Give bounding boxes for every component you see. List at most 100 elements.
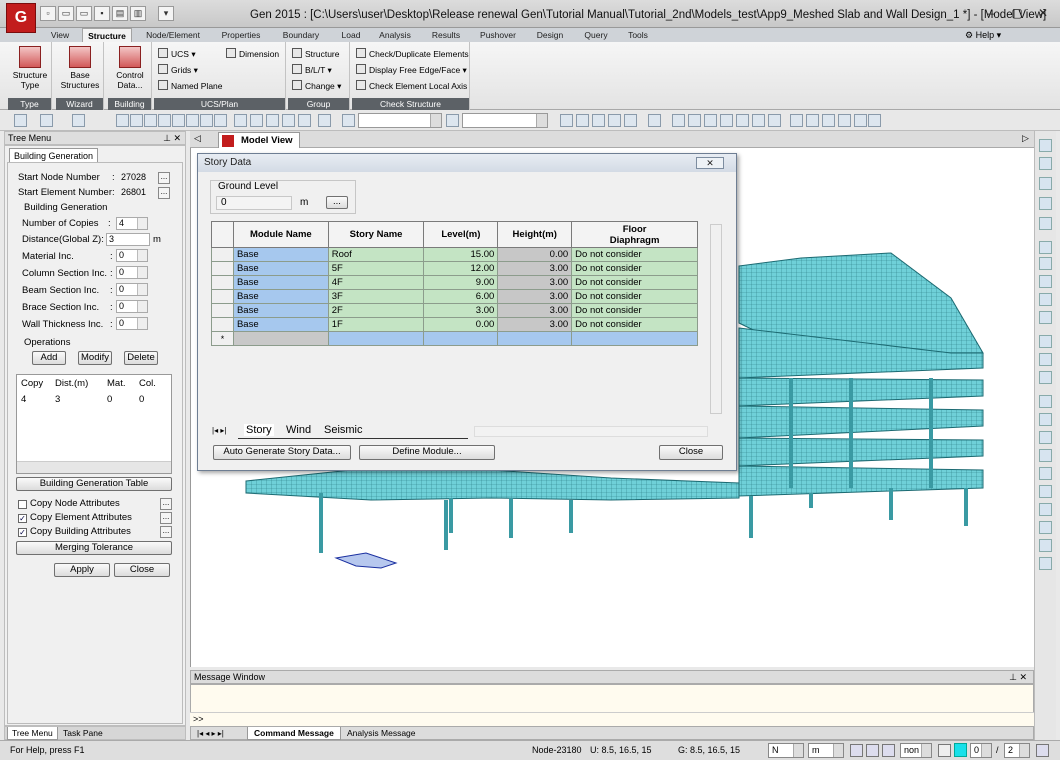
- display-icon[interactable]: [672, 114, 685, 127]
- tab-tools[interactable]: Tools: [620, 28, 656, 42]
- table-horizontal-scrollbar[interactable]: [474, 426, 708, 437]
- copies-spinner[interactable]: 4: [116, 217, 148, 230]
- light-icon[interactable]: [736, 114, 749, 127]
- page-total[interactable]: 2: [1004, 743, 1030, 758]
- top-view-icon[interactable]: [1039, 413, 1052, 426]
- selection-combo[interactable]: [358, 113, 442, 128]
- table-cell[interactable]: Base: [232, 275, 329, 290]
- unselect-icon[interactable]: [234, 114, 247, 127]
- unselect-all-icon[interactable]: [282, 114, 295, 127]
- tab-wind[interactable]: Wind: [286, 424, 311, 436]
- building-generation-table-button[interactable]: Building Generation Table: [16, 477, 172, 491]
- close-window-icon[interactable]: ✕: [1030, 6, 1056, 22]
- list-horizontal-scrollbar[interactable]: [17, 461, 171, 473]
- tab-tree-menu[interactable]: Tree Menu: [7, 727, 58, 740]
- generation-list[interactable]: Copy Dist.(m) Mat. Col. 4 3 0 0: [16, 374, 172, 474]
- dialog-close-button[interactable]: Close: [659, 445, 723, 460]
- render-icon[interactable]: [720, 114, 733, 127]
- dialog-close-icon[interactable]: ✕: [696, 157, 724, 169]
- table-cell[interactable]: Roof: [327, 247, 425, 262]
- axis-icon[interactable]: [1039, 503, 1052, 516]
- table-row[interactable]: Base 3F 6.00 3.00 Do not consider: [211, 289, 698, 304]
- table-cell[interactable]: Base: [232, 247, 329, 262]
- tab-boundary[interactable]: Boundary: [274, 28, 328, 42]
- start-element-dots-button[interactable]: ...: [158, 187, 170, 199]
- table-cell[interactable]: [327, 331, 425, 346]
- table-row[interactable]: Base 2F 3.00 3.00 Do not consider: [211, 303, 698, 318]
- new-file-icon[interactable]: ▫: [40, 6, 56, 21]
- lock-icon[interactable]: [838, 114, 851, 127]
- lock-2-icon[interactable]: [854, 114, 867, 127]
- help-menu[interactable]: ⚙ Help ▾: [965, 30, 1001, 41]
- new-row-marker[interactable]: *: [211, 331, 234, 346]
- auto-generate-story-data-button[interactable]: Auto Generate Story Data...: [213, 445, 351, 460]
- check-local-axis-button[interactable]: Check Element Local Axis: [356, 80, 467, 92]
- shrink-icon[interactable]: [704, 114, 717, 127]
- table-cell[interactable]: Do not consider: [571, 289, 698, 304]
- story-table[interactable]: Module Name Story Name Level(m) Height(m…: [211, 221, 698, 346]
- tab-task-pane[interactable]: Task Pane: [59, 727, 107, 740]
- unselect-polygon-icon[interactable]: [266, 114, 279, 127]
- redo-icon[interactable]: [40, 114, 53, 127]
- hand-icon[interactable]: [1039, 197, 1052, 210]
- inactivate-icon[interactable]: [576, 114, 589, 127]
- undo-icon[interactable]: [14, 114, 27, 127]
- table-cell[interactable]: 3.00: [423, 303, 499, 318]
- help-question-icon[interactable]: [938, 744, 951, 757]
- grid-icon[interactable]: [1039, 139, 1052, 152]
- force-unit-select[interactable]: N: [768, 743, 804, 758]
- message-pin-close-icons[interactable]: ⊥ ✕: [1009, 671, 1027, 683]
- define-module-button[interactable]: Define Module...: [359, 445, 495, 460]
- table-row[interactable]: Base 4F 9.00 3.00 Do not consider: [211, 275, 698, 290]
- table-row[interactable]: Base Roof 15.00 0.00 Do not consider: [211, 247, 698, 262]
- display-free-edge-button[interactable]: Display Free Edge/Face ▾: [356, 64, 467, 76]
- ground-level-dots-button[interactable]: ...: [326, 196, 348, 209]
- table-cell[interactable]: 0.00: [423, 317, 499, 332]
- snap-icon[interactable]: [72, 114, 85, 127]
- copy-building-checkbox[interactable]: ✓: [18, 528, 27, 537]
- new-row[interactable]: *: [211, 331, 698, 346]
- select-polygon-icon[interactable]: [144, 114, 157, 127]
- row-header[interactable]: [211, 275, 234, 290]
- no-select-icon[interactable]: [318, 114, 331, 127]
- col-floor-diaphragm[interactable]: Floor Diaphragm: [571, 221, 698, 248]
- snap-line-icon[interactable]: [866, 744, 879, 757]
- table-vertical-scrollbar[interactable]: [710, 224, 722, 414]
- active-previous-icon[interactable]: [624, 114, 637, 127]
- tab-right-arrow-icon[interactable]: ▷: [1022, 133, 1029, 144]
- col-story-name[interactable]: Story Name: [327, 221, 425, 248]
- beam-section-spinner[interactable]: 0: [116, 283, 148, 296]
- brace-section-spinner[interactable]: 0: [116, 300, 148, 313]
- select-intersect-icon[interactable]: [158, 114, 171, 127]
- add-button[interactable]: Add: [32, 351, 66, 365]
- perspective-icon[interactable]: [790, 114, 803, 127]
- column-section-spinner[interactable]: 0: [116, 266, 148, 279]
- tab-pushover[interactable]: Pushover: [474, 28, 522, 42]
- command-input[interactable]: >>: [190, 712, 1034, 726]
- select-volume-icon[interactable]: [186, 114, 199, 127]
- col-module-name[interactable]: Module Name: [232, 221, 329, 248]
- table-cell[interactable]: Base: [232, 317, 329, 332]
- color-swatch-icon[interactable]: [954, 743, 967, 757]
- print-preview-icon[interactable]: ▥: [130, 6, 146, 21]
- unlock-icon[interactable]: [868, 114, 881, 127]
- tab-analysis[interactable]: Analysis: [372, 28, 418, 42]
- table-cell[interactable]: 9.00: [423, 275, 499, 290]
- tab-analysis-message[interactable]: Analysis Message: [341, 727, 422, 740]
- copy-node-checkbox[interactable]: [18, 500, 27, 509]
- tab-properties[interactable]: Properties: [212, 28, 270, 42]
- named-plane-button[interactable]: Named Plane: [158, 80, 223, 92]
- length-unit-select[interactable]: m: [808, 743, 844, 758]
- select-all-icon[interactable]: [200, 114, 213, 127]
- ground-level-input[interactable]: 0: [216, 196, 292, 210]
- zoom-all-icon[interactable]: [1039, 311, 1052, 324]
- red-view-icon[interactable]: [768, 114, 781, 127]
- table-row[interactable]: Base 5F 12.00 3.00 Do not consider: [211, 261, 698, 276]
- tab-design[interactable]: Design: [528, 28, 572, 42]
- tab-story[interactable]: Story: [244, 424, 274, 436]
- tab-query[interactable]: Query: [578, 28, 614, 42]
- color-icon[interactable]: [752, 114, 765, 127]
- table-cell[interactable]: 15.00: [423, 247, 499, 262]
- select-plane-icon[interactable]: [172, 114, 185, 127]
- blt-button[interactable]: B/L/T ▾: [292, 64, 332, 76]
